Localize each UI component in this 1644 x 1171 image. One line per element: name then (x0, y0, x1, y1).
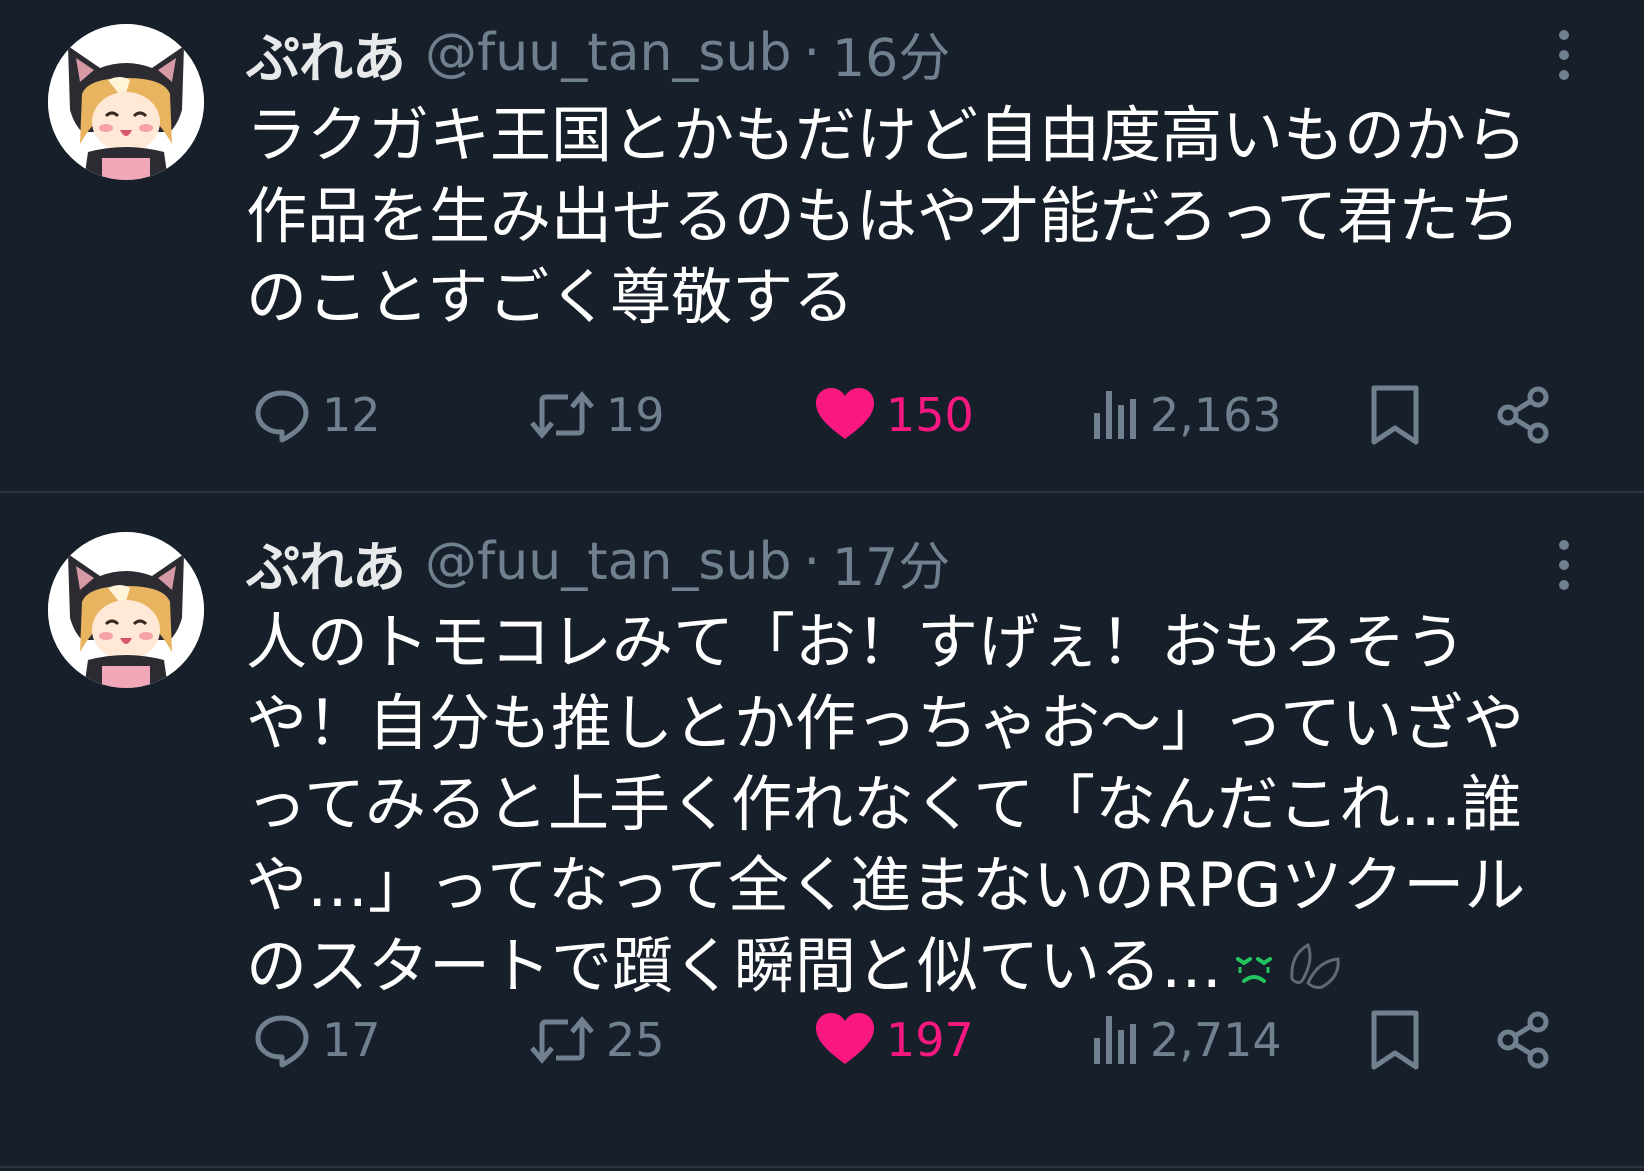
author-name[interactable]: ぷれあ (246, 523, 406, 602)
tweet-text-line: や…」ってなって全く進まないのRPGツクール (246, 850, 1526, 921)
tweet-header: ぷれあ @fuu_tan_sub · 16分 (246, 16, 950, 91)
tweet[interactable]: ぷれあ @fuu_tan_sub · 16分 ラクガキ王国とかもだけど自由度高い… (0, 0, 1644, 492)
tweet-text-line: 人のトモコレみて「お！すげぇ！おもろそう (246, 607, 1467, 678)
view-count: 2,163 (1150, 388, 1282, 442)
bookmark-icon (1368, 384, 1422, 446)
tweet-text-line: 作品を生み出せるのもはや才能だろって君たち (246, 181, 1521, 252)
reply-icon (252, 385, 312, 445)
separator-dot: · (803, 23, 821, 83)
tweet-text-line: ってみると上手く作れなくて「なんだこれ…誰 (246, 769, 1523, 840)
views-icon (1090, 1010, 1140, 1070)
like-count: 150 (886, 388, 974, 442)
action-bar: 12 19 150 2,163 (246, 380, 1576, 450)
bookmark-icon (1368, 1009, 1422, 1071)
bookmark-button[interactable] (1368, 380, 1422, 450)
retweet-button[interactable]: 19 (528, 380, 665, 450)
like-button[interactable]: 197 (814, 1005, 974, 1075)
tweet-text-line: や！自分も推しとか作っちゃお〜」っていざや (246, 688, 1524, 759)
retweet-count: 19 (606, 388, 665, 442)
tweet-text: ラクガキ王国とかもだけど自由度高いものから 作品を生み出せるのもはや才能だろって… (246, 95, 1576, 338)
views-icon (1090, 385, 1140, 445)
tweet-text: 人のトモコレみて「お！すげぇ！おもろそう や！自分も推しとか作っちゃお〜」ってい… (246, 602, 1576, 1011)
retweet-icon (528, 385, 596, 445)
avatar[interactable] (48, 24, 204, 180)
author-name[interactable]: ぷれあ (246, 14, 406, 93)
heart-icon (814, 385, 876, 445)
reply-count: 17 (322, 1013, 381, 1067)
divider (0, 1166, 1644, 1168)
share-button[interactable] (1494, 1005, 1554, 1075)
retweet-icon (528, 1010, 596, 1070)
tweet-header: ぷれあ @fuu_tan_sub · 17分 (246, 525, 950, 600)
sweat-droplet-emoji (1286, 930, 1344, 1011)
reply-icon (252, 1010, 312, 1070)
action-bar: 17 25 197 2,714 (246, 1005, 1576, 1075)
more-vertical-icon[interactable] (1552, 25, 1576, 85)
author-handle[interactable]: @fuu_tan_sub (425, 532, 792, 592)
crying-face-emoji (1230, 930, 1278, 1011)
tweet-text-line-with-emoji: のスタートで躓く瞬間と似ている… (246, 926, 1576, 1011)
more-vertical-icon[interactable] (1552, 535, 1576, 595)
timestamp[interactable]: 16分 (832, 16, 950, 91)
share-icon (1494, 1010, 1554, 1070)
tweet-text-line: ラクガキ王国とかもだけど自由度高いものから (246, 100, 1528, 171)
heart-icon (814, 1010, 876, 1070)
timestamp[interactable]: 17分 (832, 525, 950, 600)
retweet-button[interactable]: 25 (528, 1005, 665, 1075)
reply-count: 12 (322, 388, 381, 442)
tweet-text-line: のスタートで躓く瞬間と似ている… (246, 931, 1223, 1002)
share-button[interactable] (1494, 380, 1554, 450)
share-icon (1494, 385, 1554, 445)
retweet-count: 25 (606, 1013, 665, 1067)
tweet-text-line: のことすごく尊敬する (246, 262, 855, 333)
like-count: 197 (886, 1013, 974, 1067)
separator-dot: · (803, 532, 821, 592)
bookmark-button[interactable] (1368, 1005, 1422, 1075)
like-button[interactable]: 150 (814, 380, 974, 450)
reply-button[interactable]: 12 (252, 380, 381, 450)
avatar[interactable] (48, 532, 204, 688)
views-button[interactable]: 2,714 (1090, 1005, 1282, 1075)
views-button[interactable]: 2,163 (1090, 380, 1282, 450)
author-handle[interactable]: @fuu_tan_sub (425, 23, 792, 83)
view-count: 2,714 (1150, 1013, 1282, 1067)
reply-button[interactable]: 17 (252, 1005, 381, 1075)
